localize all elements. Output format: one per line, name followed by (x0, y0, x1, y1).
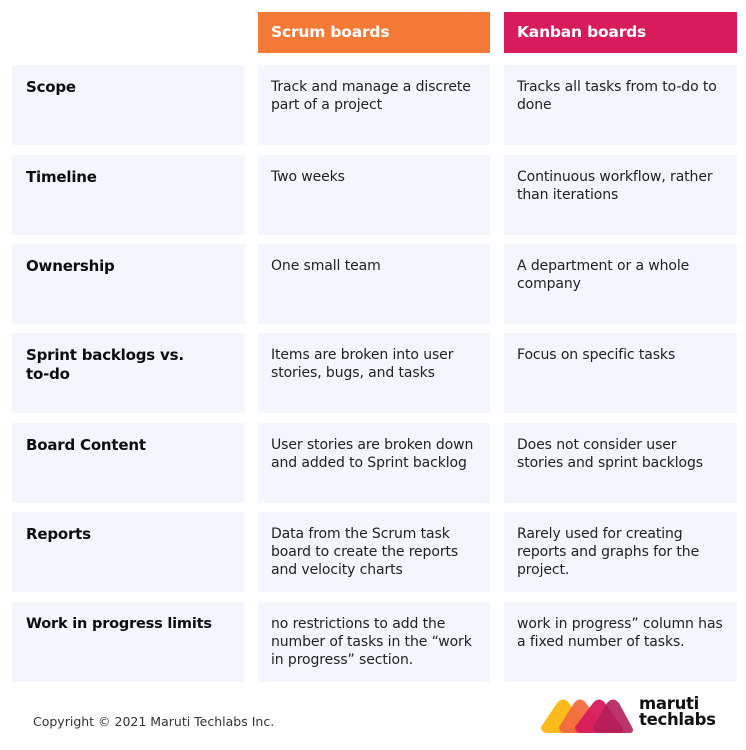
scrum-cell: One small team (258, 244, 490, 324)
scrum-cell: User stories are broken down and added t… (258, 423, 490, 503)
kanban-cell: Tracks all tasks from to-do to done (504, 65, 737, 145)
scrum-cell: Data from the Scrum task board to create… (258, 512, 490, 592)
kanban-cell: work in progress” column has a fixed num… (504, 602, 737, 682)
scrum-boards-header: Scrum boards (258, 12, 490, 53)
table-row: Sprint backlogs vs. to-do Items are brok… (12, 333, 737, 413)
copyright-text: Copyright © 2021 Maruti Techlabs Inc. (33, 714, 275, 729)
scrum-cell: Track and manage a discrete part of a pr… (258, 65, 490, 145)
logo-line-2: techlabs (639, 710, 716, 729)
kanban-boards-header: Kanban boards (504, 12, 737, 53)
row-label: Timeline (12, 155, 245, 235)
kanban-cell: Does not consider user stories and sprin… (504, 423, 737, 503)
table-row: Ownership One small team A department or… (12, 244, 737, 324)
table-row: Scope Track and manage a discrete part o… (12, 65, 737, 145)
scrum-cell: Two weeks (258, 155, 490, 235)
kanban-cell: Rarely used for creating reports and gra… (504, 512, 737, 592)
scrum-cell: Items are broken into user stories, bugs… (258, 333, 490, 413)
row-label: Board Content (12, 423, 245, 503)
row-label: Work in progress limits (12, 602, 245, 682)
logo-wordmark: maruti techlabs (639, 695, 716, 729)
kanban-cell: Focus on specific tasks (504, 333, 737, 413)
maruti-techlabs-logo-icon (541, 699, 633, 733)
row-label: Ownership (12, 244, 245, 324)
row-label: Scope (12, 65, 245, 145)
row-label: Reports (12, 512, 245, 592)
kanban-cell: Continuous workflow, rather than iterati… (504, 155, 737, 235)
maruti-techlabs-logo: maruti techlabs (541, 695, 716, 735)
row-label: Sprint backlogs vs. to-do (12, 333, 245, 413)
scrum-cell: no restrictions to add the number of tas… (258, 602, 490, 682)
kanban-cell: A department or a whole company (504, 244, 737, 324)
table-row: Board Content User stories are broken do… (12, 423, 737, 503)
table-row: Reports Data from the Scrum task board t… (12, 512, 737, 592)
table-row: Work in progress limits no restrictions … (12, 602, 737, 682)
table-row: Timeline Two weeks Continuous workflow, … (12, 155, 737, 235)
